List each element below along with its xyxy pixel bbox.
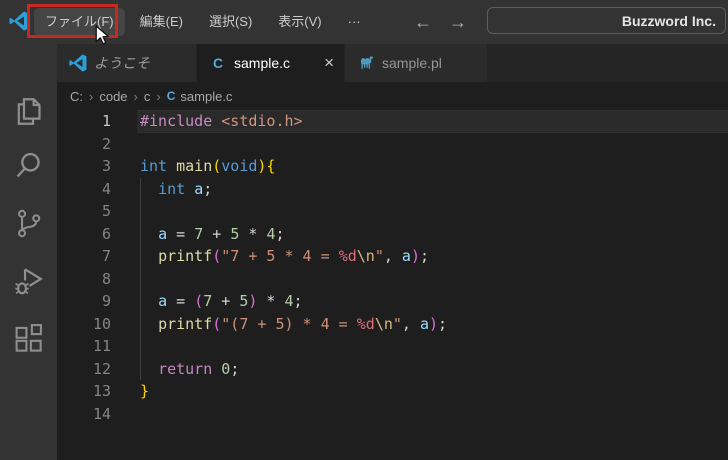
tab-label: sample.c [234,55,291,71]
code-line-2[interactable]: 2 [57,133,728,156]
breadcrumb-separator: › [133,88,138,104]
breadcrumb-label: C: [70,88,83,104]
code-line-13[interactable]: 13} [57,380,728,403]
tab-label: sample.pl [382,55,442,71]
code-text: printf("(7 + 5) * 4 = %d\n", a); [158,314,448,333]
code-line-6[interactable]: 6 a = 7 + 5 * 4; [57,223,728,246]
line-number: 10 [92,314,111,333]
line-number: 7 [101,247,111,265]
code-text: #include <stdio.h> [140,112,303,130]
code-line-12[interactable]: 12 return 0; [57,358,728,381]
tab-sample-c[interactable]: Csample.c × [197,44,345,82]
back-arrow-icon[interactable]: ← [414,12,432,33]
code-line-9[interactable]: 9 a = (7 + 5) * 4; [57,290,728,313]
breadcrumb-label: code [99,88,128,104]
menu-item-selection[interactable]: 選択(S) [198,8,263,36]
breadcrumb-item[interactable]: code [99,89,127,104]
breadcrumb-item[interactable]: c [144,89,151,104]
code-line-11[interactable]: 11 [57,335,728,358]
code-text: return 0; [158,359,240,378]
c-file-icon: C [212,55,224,71]
editor-group: ようこそ Csample.c × sample.pl C: › code › c › Csampl… [57,44,728,460]
breadcrumb-separator: › [89,88,94,104]
menu-item-edit[interactable]: 編集(E) [129,8,194,36]
line-number: 11 [92,337,111,355]
perl-camel-icon [357,54,375,72]
line-number: 4 [101,179,111,198]
nav-arrows: ← → [414,0,467,44]
code-line-8[interactable]: 8 [57,268,728,291]
code-text: int a; [158,179,213,198]
breadcrumb-item[interactable]: C: [70,89,83,104]
vscode-logo-icon [69,54,87,72]
code-line-1[interactable]: 1 #include <stdio.h> [57,110,728,133]
code-line-4[interactable]: 4 int a; [57,178,728,201]
code-editor[interactable]: 1 #include <stdio.h> 2 3 int main(void){ 4 in… [57,110,728,460]
line-number: 14 [92,404,111,423]
breadcrumb-label: sample.c [180,88,233,104]
breadcrumb-item[interactable]: Csample.c [167,89,233,104]
menu-item-more[interactable]: ··· [337,8,372,36]
breadcrumb-separator: › [156,88,161,104]
line-number: 1 [101,112,111,130]
c-file-icon: C [166,89,176,103]
mouse-cursor-icon [95,25,110,51]
code-text: printf("7 + 5 * 4 = %d\n", a); [158,247,429,265]
activity-bar [0,44,57,460]
command-center-search[interactable]: Buzzword Inc. [487,7,726,34]
close-tab-icon[interactable]: × [324,53,334,73]
vscode-logo-icon [9,11,29,31]
line-number: 3 [101,157,111,175]
line-number: 6 [101,224,111,243]
code-line-10[interactable]: 10 printf("(7 + 5) * 4 = %d\n", a); [57,313,728,336]
line-number: 12 [92,359,111,378]
tab-welcome[interactable]: ようこそ [57,44,197,82]
code-line-3[interactable]: 3 int main(void){ [57,155,728,178]
code-line-14[interactable]: 14 [57,403,728,426]
vscode-window: ファイル(F) 編集(E) 選択(S) 表示(V) ··· ← → Buzzword I… [0,0,728,460]
code-text: int main(void){ [140,157,276,175]
line-number: 9 [101,292,111,310]
files-icon[interactable] [13,96,44,127]
tab-bar: ようこそ Csample.c × sample.pl [57,44,728,82]
extensions-icon[interactable] [13,323,44,354]
breadcrumb: C: › code › c › Csample.c [57,82,728,110]
code-text: } [140,382,150,400]
forward-arrow-icon[interactable]: → [449,12,467,33]
line-number: 2 [101,134,111,153]
code-line-5[interactable]: 5 [57,200,728,223]
tab-sample-pl[interactable]: sample.pl [345,44,488,82]
debug-icon[interactable] [13,266,44,297]
tab-label: ようこそ [94,55,150,71]
line-number: 5 [101,202,111,220]
line-number: 13 [92,382,111,400]
search-icon[interactable] [13,150,44,181]
code-text: a = (7 + 5) * 4; [158,292,303,310]
code-line-7[interactable]: 7 printf("7 + 5 * 4 = %d\n", a); [57,245,728,268]
menu-item-view[interactable]: 表示(V) [267,8,332,36]
code-text: a = 7 + 5 * 4; [158,224,285,243]
breadcrumb-label: c [143,88,151,104]
window-title-text: Buzzword Inc. [621,12,716,29]
source-control-icon[interactable] [13,208,44,239]
line-number: 8 [101,269,111,288]
